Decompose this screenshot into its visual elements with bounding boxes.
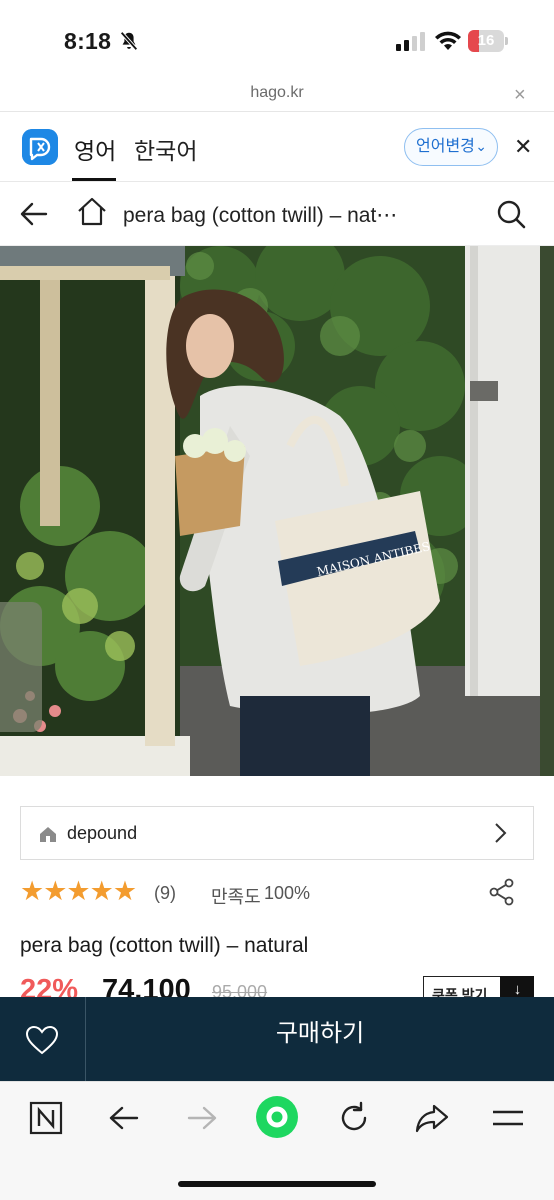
store-home-icon: [40, 827, 56, 842]
bell-slash-icon: [120, 31, 138, 51]
menu-icon[interactable]: [490, 1100, 526, 1136]
status-bar: 8:18 16: [0, 0, 554, 80]
chevron-right-icon: [495, 823, 507, 843]
wifi-icon: [435, 31, 461, 50]
brand-name: depound: [67, 823, 138, 843]
translate-bar: 영어 한국어 언어변경 ⌄ ✕: [0, 112, 554, 182]
naver-n-icon[interactable]: [28, 1100, 64, 1136]
active-tab-indicator: [72, 178, 116, 181]
url-text[interactable]: hago.kr: [0, 84, 554, 102]
wishlist-button[interactable]: [0, 997, 86, 1081]
buy-button[interactable]: 구매하기: [86, 997, 554, 1081]
close-translate-icon[interactable]: ✕: [514, 134, 532, 160]
satisfaction-label: 만족도: [211, 887, 261, 907]
heart-icon: [25, 1025, 59, 1055]
tab-english[interactable]: 영어: [74, 132, 116, 166]
battery-level: 16: [477, 32, 495, 49]
satisfaction-value: 100%: [264, 883, 311, 903]
purchase-bar: 구매하기: [0, 997, 554, 1081]
tab-korean[interactable]: 한국어: [134, 132, 197, 166]
price-row: 22% 74,100 95,000 쿠폰 받기 ↓: [20, 972, 534, 1000]
page-title: pera bag (cotton twill) – nat⋯: [123, 204, 398, 227]
search-icon[interactable]: [495, 198, 527, 230]
page-header: pera bag (cotton twill) – nat⋯: [0, 182, 554, 246]
sound-toggle[interactable]: [0, 602, 42, 732]
review-count[interactable]: (9): [154, 883, 176, 904]
change-language-button[interactable]: 언어변경 ⌄: [404, 128, 498, 166]
status-time: 8:18: [64, 28, 112, 54]
home-green-icon[interactable]: [255, 1095, 299, 1139]
change-language-label: 언어변경: [416, 138, 475, 155]
share-arrow-icon[interactable]: [414, 1100, 450, 1136]
rating-row: ★★★★★ (9) 만족도 100%: [20, 876, 534, 910]
chevron-down-icon: ⌄: [475, 138, 487, 154]
browser-toolbar: [0, 1081, 554, 1200]
reload-icon[interactable]: [336, 1100, 372, 1136]
product-image[interactable]: MAISON ANTIBES: [0, 246, 554, 776]
back-arrow-icon[interactable]: [18, 198, 50, 230]
product-photo: MAISON ANTIBES: [0, 246, 554, 776]
battery-icon: 16: [468, 30, 508, 52]
translate-logo-icon: [22, 129, 58, 165]
back-icon[interactable]: [106, 1100, 142, 1136]
close-icon[interactable]: ×: [514, 84, 526, 107]
rating-stars: ★★★★★: [20, 876, 137, 906]
product-title: pera bag (cotton twill) – natural: [20, 934, 309, 957]
forward-icon[interactable]: [184, 1100, 220, 1136]
home-icon[interactable]: [76, 196, 108, 228]
url-bar[interactable]: hago.kr ×: [0, 80, 554, 112]
cellular-signal-icon: [396, 32, 425, 51]
home-indicator[interactable]: [178, 1181, 376, 1187]
share-icon[interactable]: [488, 878, 516, 906]
brand-link[interactable]: depound: [20, 806, 534, 860]
